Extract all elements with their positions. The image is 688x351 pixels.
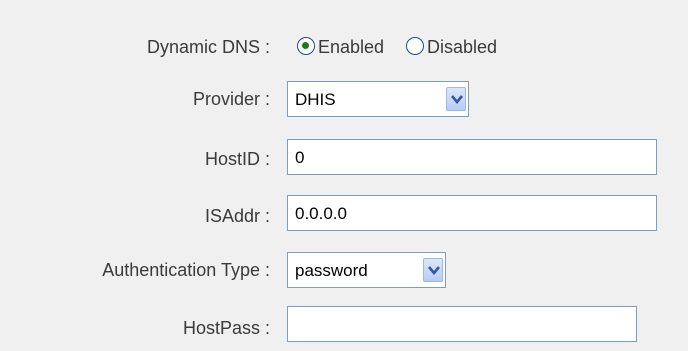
- hostid-label: HostID :: [204, 149, 270, 169]
- provider-dropdown-button[interactable]: [446, 87, 466, 111]
- provider-label: Provider :: [192, 89, 270, 109]
- auth-type-label: Authentication Type :: [102, 260, 270, 280]
- radio-disabled[interactable]: [406, 37, 424, 55]
- isaddr-input[interactable]: 0.0.0.0: [287, 195, 657, 231]
- radio-enabled-label[interactable]: Enabled: [318, 37, 384, 58]
- dynamic-dns-label: Dynamic DNS :: [146, 37, 270, 57]
- auth-type-select[interactable]: password: [287, 252, 446, 288]
- chevron-down-icon: [451, 95, 463, 104]
- hostid-input[interactable]: 0: [287, 139, 657, 175]
- auth-type-value: password: [295, 261, 368, 280]
- radio-selected-icon: [302, 42, 309, 49]
- provider-value: DHIS: [295, 90, 336, 109]
- radio-disabled-label[interactable]: Disabled: [427, 37, 497, 58]
- hostpass-label: HostPass :: [182, 318, 270, 338]
- isaddr-label: ISAddr :: [204, 206, 270, 226]
- hostpass-input[interactable]: [287, 306, 637, 342]
- provider-select[interactable]: DHIS: [287, 81, 469, 117]
- chevron-down-icon: [428, 266, 440, 275]
- auth-type-dropdown-button[interactable]: [423, 258, 443, 282]
- radio-enabled[interactable]: [297, 37, 315, 55]
